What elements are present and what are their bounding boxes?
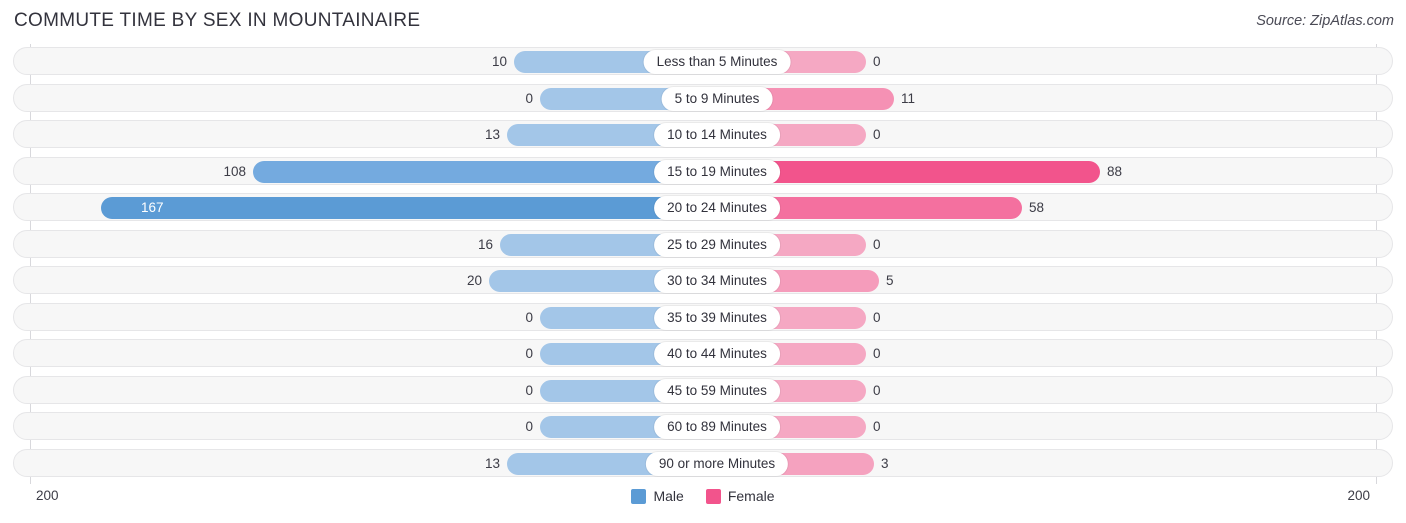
- value-label-male: 13: [484, 127, 500, 142]
- chart-plot-area: 10 0 Less than 5 Minutes 0 11 5 to 9 Minutes 1…: [0, 44, 1406, 484]
- value-label-female: 0: [873, 346, 881, 361]
- chart-footer: 200 200 Male Female: [0, 484, 1406, 523]
- value-label-female: 58: [1029, 200, 1045, 215]
- value-label-female: 3: [881, 455, 889, 471]
- value-label-male: 10: [491, 54, 507, 69]
- value-label-female: 0: [873, 419, 881, 434]
- bar-male[interactable]: [253, 160, 689, 183]
- value-label-female: 11: [901, 90, 916, 106]
- category-label: 60 to 89 Minutes: [654, 415, 780, 439]
- chart-header: COMMUTE TIME BY SEX IN MOUNTAINAIRE Sour…: [0, 0, 1406, 40]
- chart-row[interactable]: 0 0 60 to 89 Minutes: [13, 412, 1393, 440]
- chart-row[interactable]: 167 58 20 to 24 Minutes: [13, 193, 1393, 221]
- value-label-female: 88: [1107, 163, 1123, 179]
- legend-label-male: Male: [653, 488, 684, 504]
- value-label-male: 0: [525, 309, 533, 325]
- value-label-male: 20: [466, 273, 482, 288]
- chart-row[interactable]: 13 3 90 or more Minutes: [13, 448, 1393, 477]
- chart-row[interactable]: 20 5 30 to 34 Minutes: [13, 266, 1393, 294]
- value-label-male: 167: [141, 200, 164, 215]
- chart-legend: Male Female: [0, 488, 1406, 504]
- value-label-male: 108: [223, 163, 246, 179]
- chart-row[interactable]: 0 11 5 to 9 Minutes: [13, 83, 1393, 112]
- value-label-male: 13: [484, 455, 500, 471]
- category-label: 10 to 14 Minutes: [654, 123, 780, 147]
- category-label: 45 to 59 Minutes: [654, 378, 780, 403]
- page-title: COMMUTE TIME BY SEX IN MOUNTAINAIRE: [14, 10, 421, 31]
- legend-swatch-male-icon: [631, 488, 647, 504]
- category-label: 20 to 24 Minutes: [654, 196, 780, 220]
- value-label-female: 0: [873, 382, 881, 398]
- chart-row[interactable]: 0 0 35 to 39 Minutes: [13, 302, 1393, 331]
- value-label-female: 0: [873, 309, 881, 325]
- category-label: 5 to 9 Minutes: [661, 86, 773, 111]
- value-label-male: 0: [525, 90, 533, 106]
- category-label: 30 to 34 Minutes: [654, 269, 780, 293]
- value-label-male: 16: [477, 236, 493, 252]
- value-label-female: 0: [873, 236, 881, 252]
- value-label-male: 0: [525, 419, 533, 434]
- value-label-male: 0: [525, 382, 533, 398]
- category-label: 90 or more Minutes: [645, 451, 789, 476]
- chart-row[interactable]: 10 0 Less than 5 Minutes: [13, 47, 1393, 75]
- category-label: 40 to 44 Minutes: [654, 342, 780, 366]
- value-label-female: 0: [873, 54, 881, 69]
- legend-label-female: Female: [727, 488, 775, 504]
- category-label: 25 to 29 Minutes: [654, 232, 780, 257]
- value-label-female: 0: [873, 127, 881, 142]
- bar-male[interactable]: [101, 197, 689, 219]
- legend-item-female[interactable]: Female: [705, 488, 775, 504]
- chart-row[interactable]: 16 0 25 to 29 Minutes: [13, 229, 1393, 258]
- chart-row[interactable]: 0 0 45 to 59 Minutes: [13, 375, 1393, 404]
- legend-item-male[interactable]: Male: [631, 488, 684, 504]
- chart-row[interactable]: 0 0 40 to 44 Minutes: [13, 339, 1393, 367]
- chart-page: COMMUTE TIME BY SEX IN MOUNTAINAIRE Sour…: [0, 0, 1406, 523]
- value-label-male: 0: [525, 346, 533, 361]
- category-label: 15 to 19 Minutes: [654, 159, 780, 184]
- category-label: 35 to 39 Minutes: [654, 305, 780, 330]
- value-label-female: 5: [886, 273, 894, 288]
- chart-row[interactable]: 13 0 10 to 14 Minutes: [13, 120, 1393, 148]
- chart-row[interactable]: 108 88 15 to 19 Minutes: [13, 156, 1393, 185]
- category-label: Less than 5 Minutes: [643, 50, 791, 74]
- legend-swatch-female-icon: [705, 488, 721, 504]
- source-attribution: Source: ZipAtlas.com: [1256, 13, 1394, 29]
